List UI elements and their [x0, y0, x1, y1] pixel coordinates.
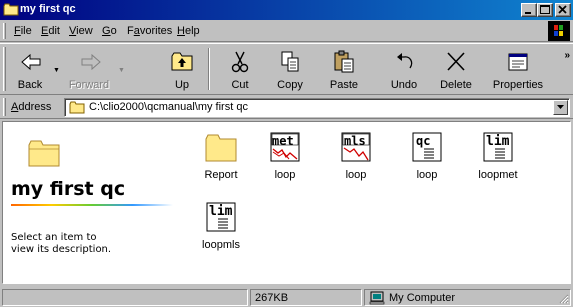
- file-tag: qc: [416, 134, 431, 148]
- status-cell-main: [2, 289, 248, 306]
- scissors-icon: [231, 51, 249, 73]
- up-button[interactable]: Up: [160, 46, 204, 92]
- copy-icon: [281, 51, 299, 72]
- folder-title: my first qc: [11, 178, 126, 200]
- file-label: loopmls: [202, 239, 240, 251]
- windows-logo-icon: [554, 25, 563, 36]
- file-item-report[interactable]: Report: [191, 131, 251, 185]
- address-label: Address: [11, 101, 52, 113]
- explorer-window: my first qc File Edit View Go Favorites …: [0, 0, 573, 307]
- delete-button[interactable]: Delete: [433, 46, 479, 92]
- properties-label: Properties: [492, 79, 544, 91]
- banner-divider: [11, 204, 173, 206]
- delete-label: Delete: [440, 79, 472, 91]
- title-bar[interactable]: my first qc: [0, 0, 573, 20]
- computer-icon: [369, 291, 385, 305]
- folder-icon: [28, 140, 60, 167]
- status-zone: My Computer: [389, 292, 456, 304]
- folder-icon: [205, 134, 237, 162]
- file-tag: lim: [486, 134, 510, 149]
- file-label: loopmet: [478, 169, 518, 181]
- up-folder-icon: [171, 52, 193, 71]
- toolbar-separator: [208, 48, 210, 90]
- properties-button[interactable]: Properties: [487, 46, 549, 92]
- address-bar: Address C:\clio2000\qcmanual\my first qc: [0, 96, 573, 119]
- status-cell-zone: My Computer: [364, 289, 571, 306]
- file-item-loop-mls[interactable]: mls loop: [326, 131, 386, 185]
- minimize-button[interactable]: [521, 3, 537, 17]
- menu-go[interactable]: Go: [102, 25, 117, 37]
- resize-grip-icon[interactable]: [557, 292, 569, 304]
- maximize-icon: [540, 5, 550, 14]
- properties-icon: [508, 53, 528, 71]
- back-arrow-icon: [21, 53, 41, 71]
- windows-logo: [548, 21, 570, 41]
- forward-dropdown-arrow[interactable]: ▼: [118, 67, 125, 74]
- copy-button[interactable]: Copy: [268, 46, 312, 92]
- paste-button[interactable]: Paste: [320, 46, 368, 92]
- file-item-loopmet[interactable]: lim loopmet: [468, 131, 528, 185]
- window-title: my first qc: [20, 3, 76, 15]
- forward-arrow-icon: [81, 53, 101, 71]
- copy-label: Copy: [277, 79, 303, 91]
- close-icon: [558, 5, 567, 14]
- address-value: C:\clio2000\qcmanual\my first qc: [89, 101, 248, 113]
- file-tag: met: [272, 134, 294, 148]
- cut-button[interactable]: Cut: [218, 46, 262, 92]
- menu-file[interactable]: File: [14, 25, 32, 37]
- menu-edit[interactable]: Edit: [41, 25, 60, 37]
- standard-toolbar: Back ▼ Forward ▼ Up Cut Copy Paste Undo …: [0, 43, 573, 95]
- webview-info-pane: my first qc Select an item to view its d…: [3, 122, 181, 283]
- back-button[interactable]: Back: [8, 46, 52, 92]
- file-item-loop-met[interactable]: met loop: [255, 131, 315, 185]
- menu-view[interactable]: View: [69, 25, 93, 37]
- toolbar-grip[interactable]: [3, 47, 6, 91]
- address-field[interactable]: C:\clio2000\qcmanual\my first qc: [64, 98, 570, 117]
- close-button[interactable]: [555, 3, 571, 17]
- folder-description: Select an item to view its description.: [11, 232, 112, 255]
- back-label: Back: [17, 79, 43, 91]
- file-label: Report: [204, 169, 238, 181]
- file-label: loop: [274, 169, 296, 181]
- folder-icon: [3, 3, 19, 16]
- addressbar-grip[interactable]: [3, 98, 6, 116]
- file-item-loopmls[interactable]: lim loopmls: [191, 201, 251, 255]
- file-tag: mls: [344, 134, 366, 148]
- status-cell-size: 267KB: [250, 289, 362, 306]
- forward-label: Forward: [68, 79, 110, 91]
- menubar-grip[interactable]: [3, 23, 6, 39]
- minimize-icon: [525, 12, 531, 14]
- menu-help[interactable]: Help: [177, 25, 200, 37]
- back-dropdown-arrow[interactable]: ▼: [53, 67, 60, 74]
- chevron-down-icon: [557, 105, 564, 109]
- delete-icon: [447, 52, 465, 71]
- paste-label: Paste: [329, 79, 359, 91]
- status-bar: 267KB My Computer: [0, 287, 573, 307]
- menu-favorites[interactable]: Favorites: [127, 25, 172, 37]
- folder-icon: [69, 101, 85, 114]
- file-label: loop: [416, 169, 438, 181]
- maximize-button[interactable]: [537, 3, 553, 17]
- toolbar-overflow-chevron[interactable]: »: [564, 50, 570, 61]
- forward-button[interactable]: Forward: [62, 46, 116, 92]
- address-dropdown-button[interactable]: [553, 100, 568, 115]
- menu-bar: File Edit View Go Favorites Help: [0, 20, 573, 42]
- undo-label: Undo: [390, 79, 418, 91]
- cut-label: Cut: [231, 79, 249, 91]
- file-item-loop-qc[interactable]: qc loop: [397, 131, 457, 185]
- status-size: 267KB: [255, 292, 289, 304]
- undo-button[interactable]: Undo: [382, 46, 426, 92]
- file-label: loop: [345, 169, 367, 181]
- file-tag: lim: [209, 204, 233, 219]
- up-label: Up: [174, 79, 190, 91]
- undo-icon: [397, 53, 413, 69]
- paste-icon: [334, 50, 354, 73]
- folder-view[interactable]: my first qc Select an item to view its d…: [2, 121, 571, 284]
